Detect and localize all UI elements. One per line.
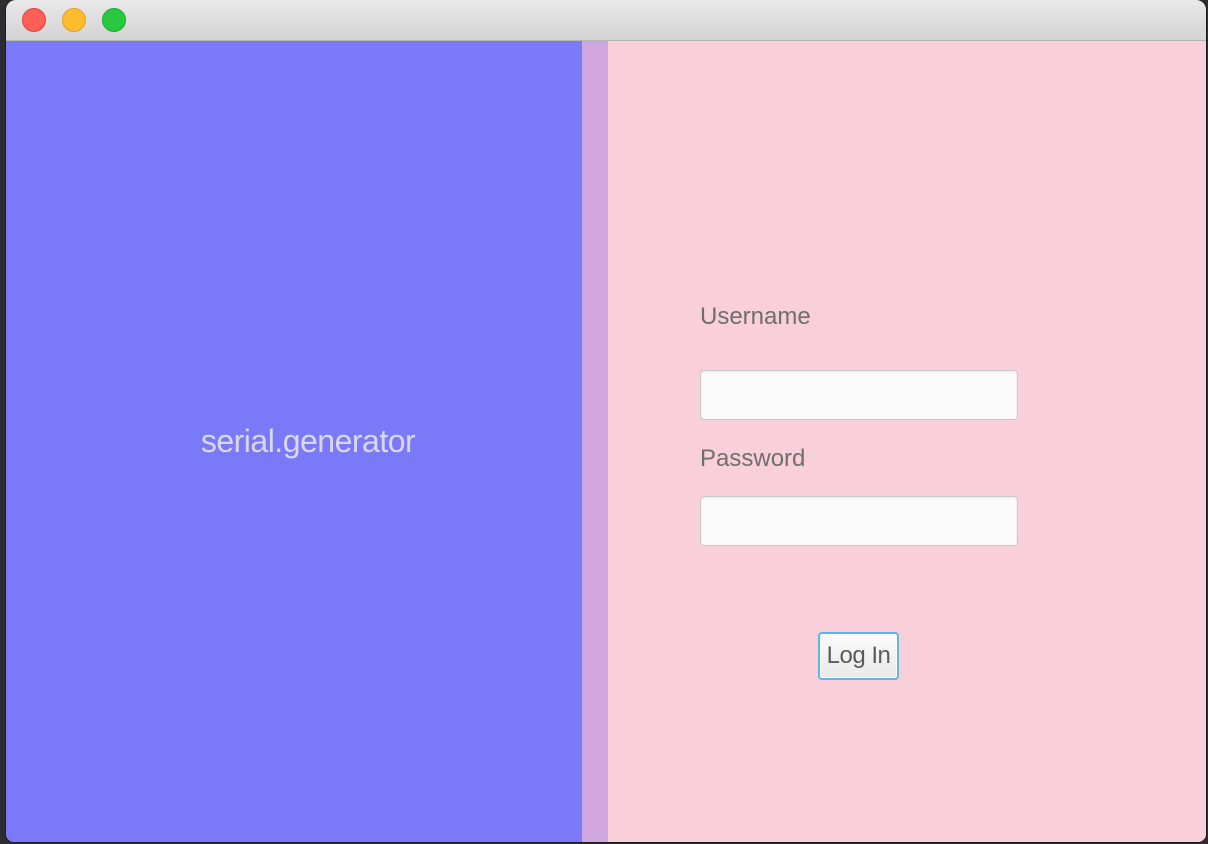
branding-pane: serial.generator bbox=[6, 41, 582, 842]
app-window: serial.generator Username Password Log I… bbox=[6, 0, 1206, 842]
username-input[interactable] bbox=[700, 370, 1018, 420]
title-bar[interactable] bbox=[6, 0, 1206, 41]
login-button[interactable]: Log In bbox=[818, 632, 899, 680]
zoom-window-button[interactable] bbox=[102, 8, 126, 32]
username-label: Username bbox=[700, 303, 811, 330]
pane-divider bbox=[582, 41, 608, 842]
close-window-button[interactable] bbox=[22, 8, 46, 32]
password-input[interactable] bbox=[700, 496, 1018, 546]
app-name-label: serial.generator bbox=[200, 423, 416, 459]
minimize-window-button[interactable] bbox=[62, 8, 86, 32]
login-pane: Username Password Log In bbox=[608, 41, 1206, 842]
password-label: Password bbox=[700, 445, 806, 472]
